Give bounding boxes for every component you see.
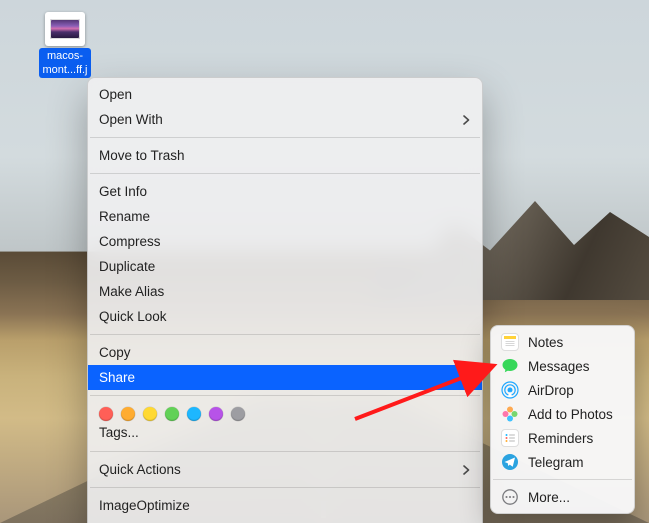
tag-color-1[interactable] — [121, 407, 135, 421]
file-label: macos- mont...ff.j — [39, 48, 90, 78]
tag-color-4[interactable] — [187, 407, 201, 421]
separator — [493, 479, 632, 480]
menu-get-info[interactable]: Get Info — [88, 179, 482, 204]
menu-open-with[interactable]: Open With — [88, 107, 482, 132]
share-photos-label: Add to Photos — [528, 407, 613, 422]
share-submenu: Notes Messages AirDrop Add to — [490, 325, 635, 514]
telegram-icon — [501, 453, 519, 471]
menu-image-optimize[interactable]: ImageOptimize — [88, 493, 482, 518]
menu-share[interactable]: Share — [88, 365, 482, 390]
share-notes-label: Notes — [528, 335, 563, 350]
menu-share-label: Share — [99, 370, 135, 385]
chevron-right-icon — [463, 373, 470, 383]
menu-make-alias[interactable]: Make Alias — [88, 279, 482, 304]
airdrop-icon — [501, 381, 519, 399]
desktop[interactable]: macos- mont...ff.j Open Open With Move t… — [0, 0, 649, 523]
desktop-file[interactable]: macos- mont...ff.j — [30, 12, 100, 78]
chevron-right-icon — [463, 465, 470, 475]
share-more[interactable]: More... — [491, 485, 634, 509]
tag-color-5[interactable] — [209, 407, 223, 421]
share-more-label: More... — [528, 490, 570, 505]
share-reminders-label: Reminders — [528, 431, 593, 446]
reminders-icon — [501, 429, 519, 447]
share-messages[interactable]: Messages — [491, 354, 634, 378]
menu-open[interactable]: Open — [88, 82, 482, 107]
separator — [90, 395, 480, 396]
tag-color-3[interactable] — [165, 407, 179, 421]
menu-quick-actions-label: Quick Actions — [99, 462, 181, 477]
menu-tags[interactable]: Tags... — [88, 423, 482, 446]
file-thumbnail — [45, 12, 85, 46]
tag-color-6[interactable] — [231, 407, 245, 421]
menu-copy[interactable]: Copy — [88, 340, 482, 365]
menu-compress[interactable]: Compress — [88, 229, 482, 254]
chevron-right-icon — [463, 115, 470, 125]
menu-move-to-trash[interactable]: Move to Trash — [88, 143, 482, 168]
share-notes[interactable]: Notes — [491, 330, 634, 354]
separator — [90, 173, 480, 174]
tag-color-0[interactable] — [99, 407, 113, 421]
tag-color-2[interactable] — [143, 407, 157, 421]
share-reminders[interactable]: Reminders — [491, 426, 634, 450]
share-airdrop[interactable]: AirDrop — [491, 378, 634, 402]
share-telegram-label: Telegram — [528, 455, 584, 470]
menu-quick-actions[interactable]: Quick Actions — [88, 457, 482, 482]
separator — [90, 137, 480, 138]
separator — [90, 334, 480, 335]
more-icon — [501, 488, 519, 506]
menu-quick-look[interactable]: Quick Look — [88, 304, 482, 329]
menu-duplicate[interactable]: Duplicate — [88, 254, 482, 279]
separator — [90, 487, 480, 488]
messages-icon — [501, 357, 519, 375]
menu-set-desktop-picture[interactable]: Set Desktop Picture — [88, 518, 482, 523]
share-telegram[interactable]: Telegram — [491, 450, 634, 474]
separator — [90, 451, 480, 452]
share-airdrop-label: AirDrop — [528, 383, 574, 398]
share-add-to-photos[interactable]: Add to Photos — [491, 402, 634, 426]
menu-rename[interactable]: Rename — [88, 204, 482, 229]
share-messages-label: Messages — [528, 359, 590, 374]
photos-icon — [501, 405, 519, 423]
context-menu: Open Open With Move to Trash Get Info Re… — [87, 77, 483, 523]
tag-color-row — [88, 401, 482, 423]
notes-icon — [501, 333, 519, 351]
menu-open-with-label: Open With — [99, 112, 163, 127]
